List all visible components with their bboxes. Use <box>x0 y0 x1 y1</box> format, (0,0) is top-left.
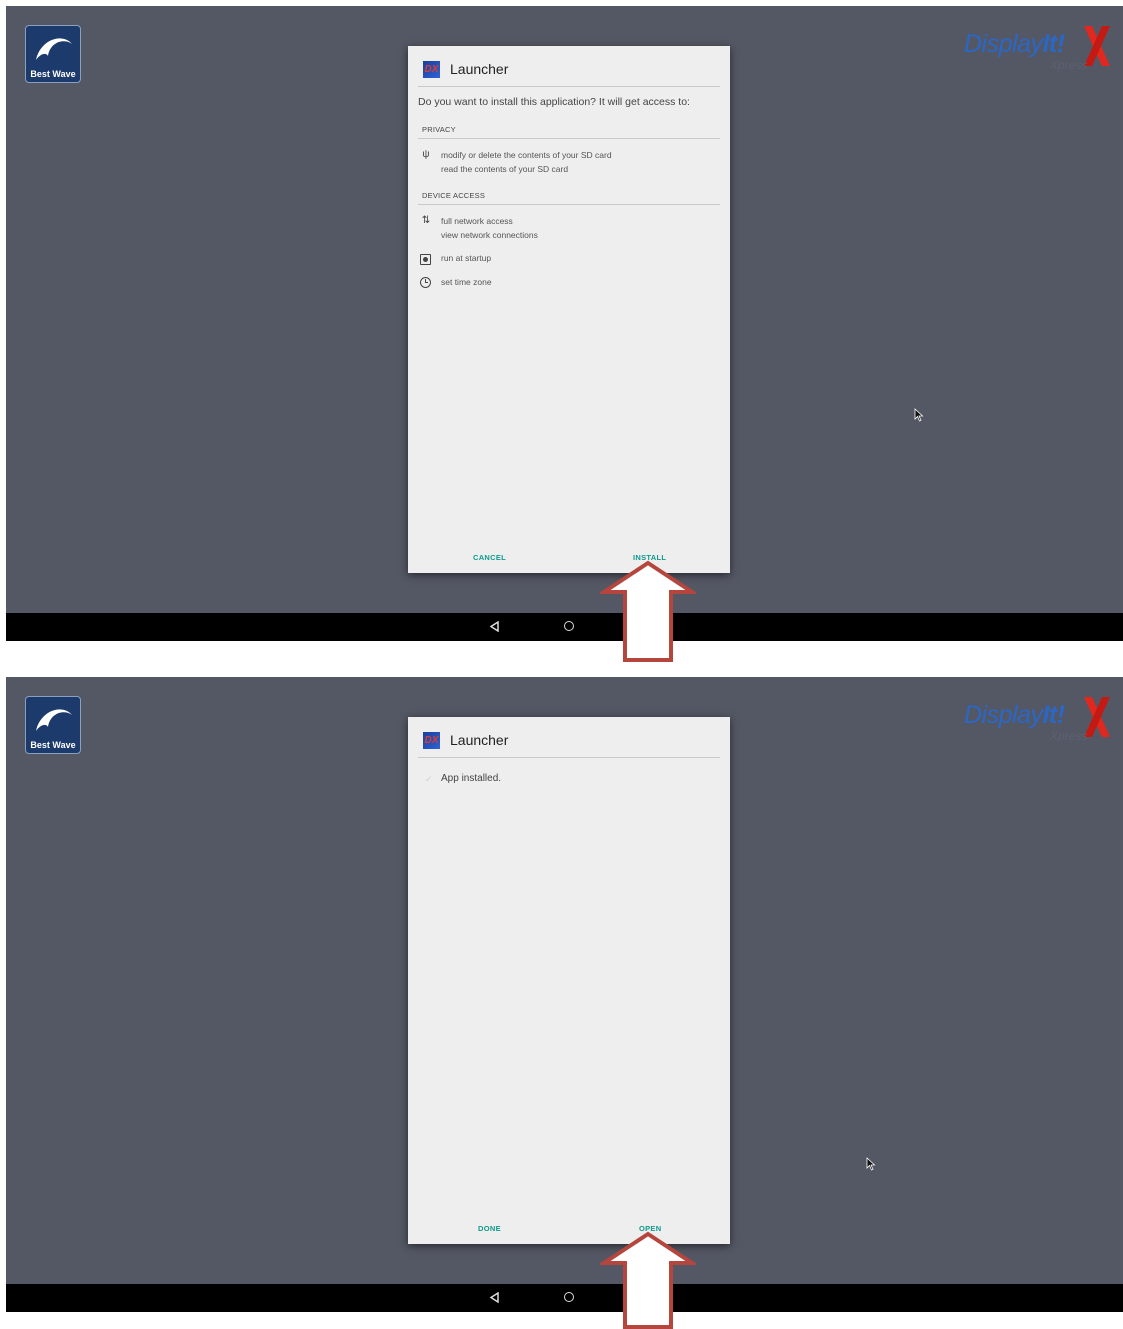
permission-network-view: view network connections <box>441 230 538 240</box>
mouse-cursor-icon <box>914 408 924 422</box>
title-divider <box>418 757 720 758</box>
up-arrow-annotation <box>600 560 696 662</box>
permission-network-full: full network access <box>441 216 513 226</box>
permission-sd-modify: modify or delete the contents of your SD… <box>441 150 612 160</box>
back-icon[interactable] <box>489 1292 500 1303</box>
done-button[interactable]: DONE <box>478 1224 501 1233</box>
system-navigation-bar <box>6 1284 1123 1312</box>
system-navigation-bar <box>6 613 1123 641</box>
mouse-cursor-icon <box>866 1157 876 1171</box>
displayit-xpress-logo: DisplayIt! Xpress <box>964 695 1114 747</box>
best-wave-label: Best Wave <box>30 740 76 750</box>
back-icon[interactable] <box>489 621 500 632</box>
install-prompt-screen: Best Wave DisplayIt! Xpress DX Launcher … <box>6 6 1123 641</box>
dialog-title: Launcher <box>450 732 509 748</box>
install-dialog: DX Launcher Do you want to install this … <box>408 46 730 573</box>
up-arrow-annotation <box>600 1231 696 1329</box>
home-icon[interactable] <box>564 1292 574 1302</box>
home-icon[interactable] <box>564 621 574 631</box>
install-question: Do you want to install this application?… <box>418 96 690 108</box>
best-wave-label: Best Wave <box>30 69 76 79</box>
network-arrows-icon: ⇅ <box>421 215 431 226</box>
device-divider <box>418 204 720 205</box>
device-access-header: DEVICE ACCESS <box>422 191 486 200</box>
permission-timezone: set time zone <box>441 277 492 287</box>
usb-icon: ψ <box>422 149 430 160</box>
check-icon: ✓ <box>425 774 433 784</box>
cancel-button[interactable]: CANCEL <box>473 553 506 562</box>
permission-sd-read: read the contents of your SD card <box>441 164 569 174</box>
launcher-app-icon: DX <box>423 61 440 78</box>
installed-message: App installed. <box>441 773 502 784</box>
displayit-xpress-logo: DisplayIt! Xpress <box>964 24 1114 76</box>
best-wave-logo: Best Wave <box>25 25 81 83</box>
privacy-divider <box>418 138 720 139</box>
dialog-title: Launcher <box>450 61 509 77</box>
install-complete-screen: Best Wave DisplayIt! Xpress DX Launcher … <box>6 677 1123 1312</box>
permission-startup: run at startup <box>441 253 492 263</box>
startup-icon <box>420 254 431 265</box>
clock-icon <box>420 277 431 288</box>
title-divider <box>418 86 720 87</box>
launcher-app-icon: DX <box>423 732 440 749</box>
best-wave-logo: Best Wave <box>25 696 81 754</box>
privacy-header: PRIVACY <box>422 125 456 134</box>
installed-dialog: DX Launcher ✓ App installed. DONE OPEN <box>408 717 730 1244</box>
